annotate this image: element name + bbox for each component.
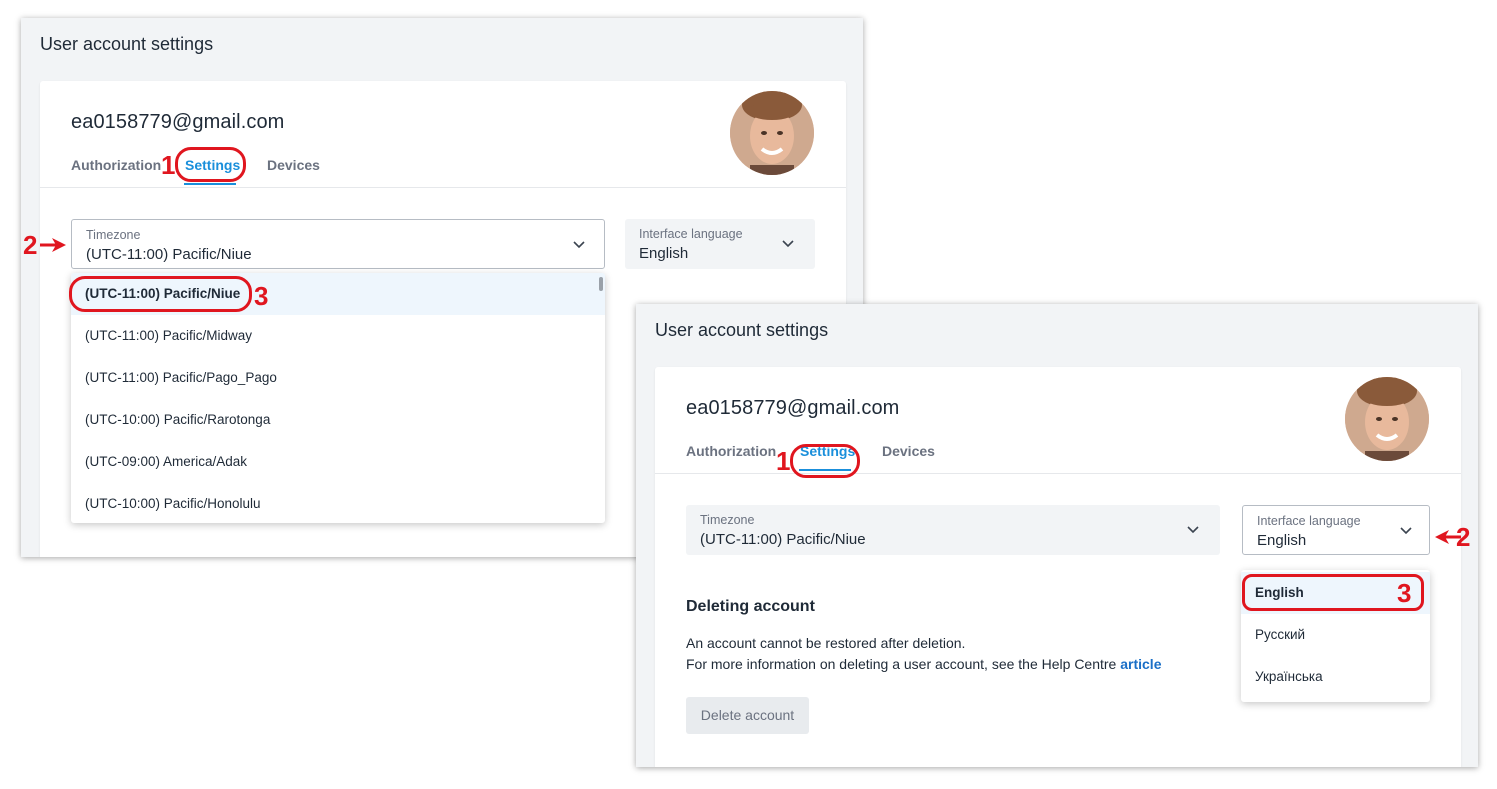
account-card: ea0158779@gmail.com Authorization Settin… xyxy=(655,367,1461,767)
deleting-account-help: For more information on deleting a user … xyxy=(686,656,1161,672)
dropdown-scrollbar[interactable] xyxy=(599,277,603,291)
tab-devices[interactable]: Devices xyxy=(267,157,320,173)
deleting-account-heading: Deleting account xyxy=(686,598,815,615)
callout-number-2: 2 xyxy=(23,230,38,260)
chevron-down-icon xyxy=(1400,527,1412,535)
timezone-option[interactable]: (UTC-10:00) Pacific/Honolulu xyxy=(71,483,605,523)
language-select[interactable]: Interface language English xyxy=(625,219,815,269)
language-option-ukrainian[interactable]: Українська xyxy=(1241,656,1430,698)
callout-number-1: 1 xyxy=(776,446,791,476)
chevron-down-icon xyxy=(573,241,585,249)
timezone-option[interactable]: (UTC-11:00) Pacific/Midway xyxy=(71,315,605,357)
timezone-label: Timezone xyxy=(700,513,755,527)
language-value: English xyxy=(639,245,689,262)
account-email: ea0158779@gmail.com xyxy=(71,111,285,133)
timezone-value: (UTC-11:00) Pacific/Niue xyxy=(86,246,252,263)
callout-number-1: 1 xyxy=(161,150,176,180)
callout-arrow-right-icon xyxy=(40,238,66,252)
delete-account-button[interactable]: Delete account xyxy=(686,697,809,734)
timezone-select[interactable]: Timezone (UTC-11:00) Pacific/Niue xyxy=(71,219,605,269)
language-option-russian[interactable]: Русский xyxy=(1241,614,1430,656)
deleting-account-help-text: For more information on deleting a user … xyxy=(686,656,1117,672)
chevron-down-icon xyxy=(1187,526,1199,534)
chevron-down-icon xyxy=(782,240,794,248)
window-title: User account settings xyxy=(655,320,829,340)
callout-highlight-settings-tab xyxy=(175,147,246,182)
callout-number-3: 3 xyxy=(1397,578,1412,608)
help-article-link[interactable]: article xyxy=(1120,656,1161,672)
tab-devices[interactable]: Devices xyxy=(882,443,935,459)
language-label: Interface language xyxy=(639,227,743,241)
callout-highlight-timezone-option xyxy=(69,276,252,312)
timezone-option[interactable]: (UTC-09:00) America/Adak xyxy=(71,441,605,483)
timezone-option[interactable]: (UTC-11:00) Pacific/Pago_Pago xyxy=(71,357,605,399)
tab-authorization[interactable]: Authorization xyxy=(71,157,161,173)
timezone-value: (UTC-11:00) Pacific/Niue xyxy=(700,531,866,548)
tab-active-indicator xyxy=(184,183,236,185)
language-select[interactable]: Interface language English xyxy=(1242,505,1430,555)
deleting-account-note: An account cannot be restored after dele… xyxy=(686,635,966,651)
settings-window-language: User account settings ea0158779@gmail.co… xyxy=(636,304,1478,767)
callout-highlight-settings-tab xyxy=(790,444,860,478)
callout-number-3: 3 xyxy=(254,281,269,311)
account-email: ea0158779@gmail.com xyxy=(686,397,900,419)
timezone-select[interactable]: Timezone (UTC-11:00) Pacific/Niue xyxy=(686,505,1220,555)
callout-number-2: 2 xyxy=(1456,522,1471,552)
window-title: User account settings xyxy=(40,34,214,54)
timezone-option[interactable]: (UTC-10:00) Pacific/Rarotonga xyxy=(71,399,605,441)
language-label: Interface language xyxy=(1257,514,1361,528)
language-value: English xyxy=(1257,532,1307,549)
timezone-label: Timezone xyxy=(86,228,141,242)
tab-authorization[interactable]: Authorization xyxy=(686,443,776,459)
